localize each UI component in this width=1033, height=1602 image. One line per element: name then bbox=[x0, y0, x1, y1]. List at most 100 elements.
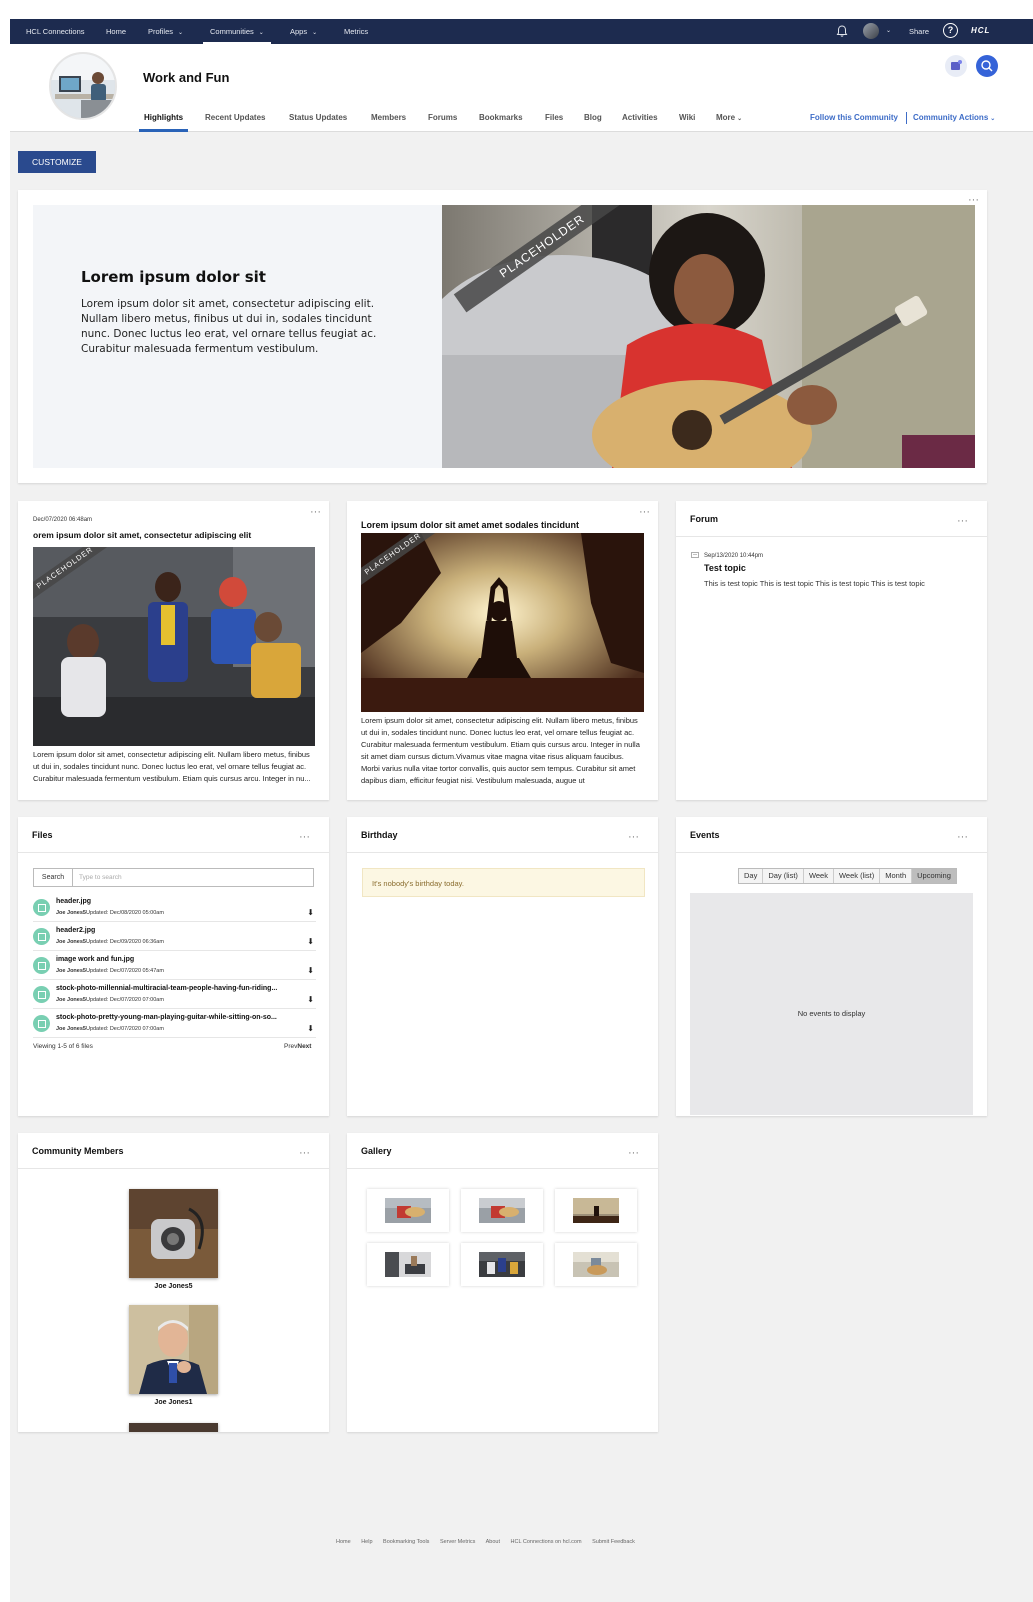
search-icon[interactable] bbox=[976, 55, 998, 77]
footer-link-server-metrics[interactable]: Server Metrics bbox=[440, 1539, 475, 1545]
gallery-image bbox=[573, 1198, 619, 1223]
tab-forums[interactable]: Forums bbox=[428, 110, 457, 132]
member-photo[interactable] bbox=[129, 1189, 218, 1278]
member-name[interactable]: Joe Jones1 bbox=[129, 1399, 218, 1406]
file-meta: Joe Jones5Updated: Dec/09/2020 06:36am bbox=[56, 939, 164, 945]
gallery-thumbnail[interactable] bbox=[461, 1243, 543, 1286]
image-file-icon bbox=[33, 1015, 50, 1032]
gallery-thumbnail[interactable] bbox=[555, 1243, 637, 1286]
nav-home[interactable]: Home bbox=[106, 19, 126, 44]
file-row[interactable]: header2.jpg Joe Jones5Updated: Dec/09/20… bbox=[33, 922, 316, 951]
post-title[interactable]: Lorem ipsum dolor sit amet amet sodales … bbox=[361, 520, 579, 530]
view-day-list-button[interactable]: Day (list) bbox=[763, 869, 804, 883]
member-photo[interactable] bbox=[129, 1305, 218, 1394]
gallery-thumbnail[interactable] bbox=[555, 1189, 637, 1232]
bell-icon[interactable] bbox=[835, 24, 849, 38]
file-row[interactable]: image work and fun.jpg Joe Jones5Updated… bbox=[33, 951, 316, 980]
share-link[interactable]: Share bbox=[909, 19, 929, 44]
download-icon[interactable]: ⬇ bbox=[307, 966, 314, 975]
nav-metrics[interactable]: Metrics bbox=[344, 19, 368, 44]
tab-recent-updates[interactable]: Recent Updates bbox=[205, 110, 265, 132]
more-options-icon[interactable]: ··· bbox=[628, 1148, 639, 1159]
view-week-list-button[interactable]: Week (list) bbox=[833, 869, 881, 883]
tab-activities[interactable]: Activities bbox=[622, 110, 658, 132]
search-icon-glyph bbox=[981, 60, 993, 72]
post-image: PLACEHOLDER bbox=[33, 547, 315, 746]
tab-highlights[interactable]: Highlights bbox=[139, 110, 189, 132]
gallery-thumbnail[interactable] bbox=[367, 1189, 449, 1232]
more-options-icon[interactable]: ··· bbox=[628, 832, 639, 843]
file-author[interactable]: Joe Jones5 bbox=[56, 1026, 86, 1032]
community-title: Work and Fun bbox=[143, 70, 230, 85]
file-row[interactable]: stock-photo-millennial-multiracial-team-… bbox=[33, 980, 316, 1009]
nav-hcl-connections[interactable]: HCL Connections bbox=[26, 19, 85, 44]
file-name[interactable]: header.jpg bbox=[56, 898, 91, 905]
customize-button[interactable]: CUSTOMIZE bbox=[18, 151, 96, 173]
image-file-icon bbox=[33, 957, 50, 974]
file-author[interactable]: Joe Jones5 bbox=[56, 968, 86, 974]
view-week-button[interactable]: Week bbox=[803, 869, 834, 883]
nav-profiles[interactable]: Profiles ⌄ bbox=[148, 19, 183, 44]
user-avatar[interactable] bbox=[863, 23, 879, 39]
tab-wiki[interactable]: Wiki bbox=[679, 110, 695, 132]
footer-link-bookmarking-tools[interactable]: Bookmarking Tools bbox=[383, 1539, 429, 1545]
footer-link-home[interactable]: Home bbox=[336, 1539, 351, 1545]
file-name[interactable]: header2.jpg bbox=[56, 927, 95, 934]
post-title[interactable]: orem ipsum dolor sit amet, consectetur a… bbox=[33, 530, 251, 540]
nav-apps[interactable]: Apps ⌄ bbox=[290, 19, 317, 44]
community-actions-menu[interactable]: Community Actions ⌄ bbox=[913, 110, 995, 126]
more-options-icon[interactable]: ··· bbox=[957, 516, 968, 527]
footer-link-hcl-connections[interactable]: HCL Connections on hcl.com bbox=[511, 1539, 582, 1545]
footer-link-submit-feedback[interactable]: Submit Feedback bbox=[592, 1539, 635, 1545]
view-month-button[interactable]: Month bbox=[880, 869, 913, 883]
tab-bookmarks[interactable]: Bookmarks bbox=[479, 110, 523, 132]
file-author[interactable]: Joe Jones5 bbox=[56, 997, 86, 1003]
teams-icon[interactable] bbox=[945, 55, 967, 77]
footer-link-help[interactable]: Help bbox=[361, 1539, 372, 1545]
file-row[interactable]: stock-photo-pretty-young-man-playing-gui… bbox=[33, 1009, 316, 1038]
more-options-icon[interactable]: ··· bbox=[299, 1148, 310, 1159]
file-author[interactable]: Joe Jones5 bbox=[56, 910, 86, 916]
chevron-down-icon[interactable]: ⌄ bbox=[886, 19, 891, 44]
next-link[interactable]: Next bbox=[297, 1043, 311, 1050]
prev-link[interactable]: Prev bbox=[284, 1043, 297, 1050]
download-icon[interactable]: ⬇ bbox=[307, 908, 314, 917]
file-name[interactable]: stock-photo-millennial-multiracial-team-… bbox=[56, 985, 277, 992]
follow-community-link[interactable]: Follow this Community bbox=[810, 110, 898, 126]
gallery-thumbnail[interactable] bbox=[461, 1189, 543, 1232]
view-upcoming-button[interactable]: Upcoming bbox=[912, 869, 956, 883]
nav-communities[interactable]: Communities ⌄ bbox=[203, 19, 271, 44]
help-icon[interactable]: ? bbox=[943, 23, 958, 38]
search-button[interactable]: Search bbox=[34, 869, 73, 886]
more-options-icon[interactable]: ··· bbox=[310, 507, 321, 518]
file-updated: Updated: Dec/09/2020 06:36am bbox=[85, 939, 164, 945]
footer-link-about[interactable]: About bbox=[486, 1539, 500, 1545]
search-input[interactable]: Type to search bbox=[79, 869, 122, 886]
gallery-title: Gallery bbox=[361, 1146, 392, 1156]
members-widget: Community Members ··· Joe Jones5 Joe Jon… bbox=[18, 1133, 329, 1432]
file-updated: Updated: Dec/07/2020 07:00am bbox=[85, 1026, 164, 1032]
more-options-icon[interactable]: ··· bbox=[968, 195, 979, 206]
topic-title[interactable]: Test topic bbox=[704, 563, 746, 573]
tab-members[interactable]: Members bbox=[371, 110, 406, 132]
tab-files[interactable]: Files bbox=[545, 110, 563, 132]
file-name[interactable]: image work and fun.jpg bbox=[56, 956, 134, 963]
tab-more[interactable]: More ⌄ bbox=[716, 110, 742, 132]
file-row[interactable]: header.jpg Joe Jones5Updated: Dec/08/202… bbox=[33, 893, 316, 922]
more-options-icon[interactable]: ··· bbox=[639, 507, 650, 518]
download-icon[interactable]: ⬇ bbox=[307, 1024, 314, 1033]
gallery-thumbnail[interactable] bbox=[367, 1243, 449, 1286]
community-actions-label: Community Actions bbox=[913, 113, 989, 122]
file-name[interactable]: stock-photo-pretty-young-man-playing-gui… bbox=[56, 1014, 277, 1021]
member-name[interactable]: Joe Jones5 bbox=[129, 1283, 218, 1290]
tab-status-updates[interactable]: Status Updates bbox=[289, 110, 347, 132]
member-photo[interactable] bbox=[129, 1423, 218, 1432]
view-day-button[interactable]: Day bbox=[739, 869, 764, 883]
download-icon[interactable]: ⬇ bbox=[307, 995, 314, 1004]
file-author[interactable]: Joe Jones5 bbox=[56, 939, 86, 945]
tab-blog[interactable]: Blog bbox=[584, 110, 602, 132]
more-options-icon[interactable]: ··· bbox=[957, 832, 968, 843]
more-options-icon[interactable]: ··· bbox=[299, 832, 310, 843]
download-icon[interactable]: ⬇ bbox=[307, 937, 314, 946]
chevron-down-icon: ⌄ bbox=[990, 116, 996, 122]
